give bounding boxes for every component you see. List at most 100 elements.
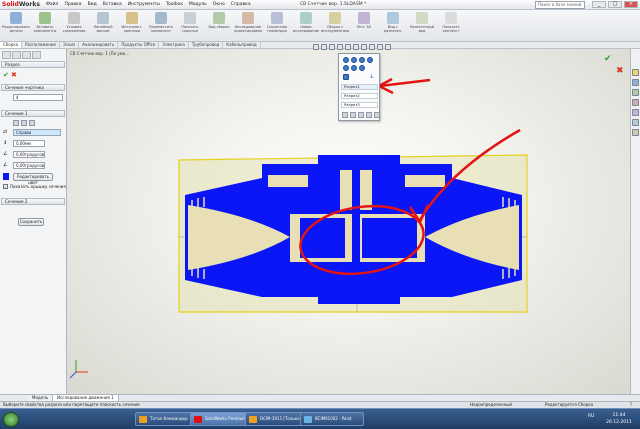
section1-head[interactable]: Сечение 1 xyxy=(1,110,65,117)
ribbon-button-insert-components[interactable]: Вставить компоненты xyxy=(31,11,59,39)
view-orientation-icon[interactable] xyxy=(345,44,351,50)
section-method-field[interactable]: 4 xyxy=(13,94,63,101)
view-cube-icon[interactable] xyxy=(343,57,349,63)
menu-item-file[interactable]: Файл xyxy=(46,1,58,9)
taskbar-item-paint[interactable]: BCIM01002 - Paint xyxy=(300,412,364,426)
menu-item-tools[interactable]: Инструменты xyxy=(128,1,160,9)
zoom-area-icon[interactable] xyxy=(321,44,327,50)
ribbon-button-assembly-tools[interactable]: Сборка с инструментами xyxy=(321,11,349,39)
ribbon-button-move-component[interactable]: Переместить компонент xyxy=(147,11,175,39)
solidworks-resources-icon[interactable] xyxy=(632,69,639,76)
appearances-icon[interactable] xyxy=(632,119,639,126)
tab-conduit[interactable]: Кабельпровод xyxy=(223,42,261,48)
menu-item-module[interactable]: Модуль xyxy=(189,1,207,9)
normal-to-icon[interactable] xyxy=(343,74,349,80)
search-icon[interactable] xyxy=(632,99,639,106)
tab-electrical[interactable]: Электрика xyxy=(159,42,189,48)
plane-selector-icon[interactable] xyxy=(13,120,19,126)
file-explorer-icon[interactable] xyxy=(632,89,639,96)
maximize-button[interactable]: □ xyxy=(608,1,622,8)
popup-item-section3[interactable]: Разрез3 xyxy=(341,102,378,108)
minimize-button[interactable]: _ xyxy=(592,1,606,8)
display-manager-tab[interactable] xyxy=(32,51,41,59)
link-views-icon[interactable] xyxy=(374,112,380,118)
feature-tree-tab[interactable] xyxy=(2,51,11,59)
menu-item-help[interactable]: Справка xyxy=(231,1,251,9)
configuration-tab[interactable] xyxy=(22,51,31,59)
start-button[interactable] xyxy=(3,412,19,427)
search-input[interactable]: Поиск в базе знаний xyxy=(535,1,585,9)
pin-icon[interactable]: ⇣ xyxy=(369,73,374,80)
popup-item-section2[interactable]: Разрез2 xyxy=(341,93,378,99)
view-cube-icon[interactable] xyxy=(359,57,365,63)
solidworks-logo[interactable]: SolidWorks xyxy=(2,1,40,9)
two-view-icon[interactable] xyxy=(358,112,364,118)
system-clock[interactable]: 11:44 26.12.2011 xyxy=(600,412,638,427)
view-palette-icon[interactable] xyxy=(632,109,639,116)
tab-office-products[interactable]: Продукты Office xyxy=(118,42,160,48)
zoom-to-fit-icon[interactable] xyxy=(313,44,319,50)
menu-item-view[interactable]: Вид xyxy=(88,1,97,9)
ribbon-button-instant3d[interactable]: Мгн. 3D xyxy=(350,11,378,39)
close-button[interactable]: × xyxy=(624,1,638,8)
four-view-icon[interactable] xyxy=(366,112,372,118)
tab-layout[interactable]: Расположение xyxy=(22,42,60,48)
view-cube-icon[interactable] xyxy=(359,65,365,71)
plane-selector-icon[interactable] xyxy=(29,120,35,126)
offset-field[interactable]: 0,00мм xyxy=(13,140,45,147)
ribbon-button-show-context[interactable]: Показать контекст xyxy=(437,11,465,39)
hide-show-icon[interactable] xyxy=(361,44,367,50)
single-view-icon[interactable] xyxy=(342,112,348,118)
confirm-corner-check-icon[interactable]: ✔ xyxy=(604,54,612,64)
ribbon-button-assembly-features[interactable]: Вид сборки xyxy=(205,11,233,39)
appearance-icon[interactable] xyxy=(369,44,375,50)
display-style-icon[interactable] xyxy=(353,44,359,50)
previous-view-icon[interactable] xyxy=(329,44,335,50)
menu-item-window[interactable]: Окно xyxy=(213,1,225,9)
design-library-icon[interactable] xyxy=(632,79,639,86)
angle-y-field[interactable]: 0,00градусов xyxy=(13,162,45,169)
save-button[interactable]: Сохранить xyxy=(18,218,44,226)
scene-icon[interactable] xyxy=(377,44,383,50)
section-view-icon[interactable] xyxy=(337,44,343,50)
ribbon-button-explode-line[interactable]: Разнесенный вид xyxy=(408,11,436,39)
ribbon-button-linear-pattern[interactable]: Линейный массив xyxy=(89,11,117,39)
view-settings-icon[interactable] xyxy=(385,44,391,50)
property-manager-tab[interactable] xyxy=(12,51,21,59)
ribbon-button-smart-fasteners[interactable]: Интеллект. крепежи xyxy=(118,11,146,39)
ribbon-button-mate[interactable]: Условия сопряжения xyxy=(60,11,88,39)
menu-item-edit[interactable]: Правка xyxy=(64,1,81,9)
ok-check-icon[interactable]: ✔ xyxy=(3,71,9,79)
angle-x-field[interactable]: 0,00градусов xyxy=(13,151,45,158)
tab-assembly[interactable]: Сборка xyxy=(0,42,23,48)
ribbon-button-new-study[interactable]: Новое исследование xyxy=(292,11,320,39)
ribbon-button-show-hidden[interactable]: Показать скрытые xyxy=(176,11,204,39)
popup-item-section1[interactable]: Разрез1 xyxy=(341,84,378,90)
flyout-tree-root[interactable]: CB Счетчик вер. 1 (По умо... xyxy=(70,51,129,56)
view-cube-icon[interactable] xyxy=(343,65,349,71)
show-cap-checkbox[interactable]: ✓ xyxy=(3,184,8,189)
reverse-direction-icon[interactable]: ⇄ xyxy=(3,129,7,135)
ribbon-button-reference-geometry[interactable]: Ссылочная геометрия xyxy=(263,11,291,39)
tab-sketch[interactable]: Эскиз xyxy=(60,42,80,48)
menu-item-insert[interactable]: Вставка xyxy=(103,1,122,9)
menu-item-toolbox[interactable]: Toolbox xyxy=(166,1,183,9)
ribbon-button-edit-part[interactable]: Редактировать деталь xyxy=(2,11,30,39)
custom-properties-icon[interactable] xyxy=(632,129,639,136)
view-cube-icon[interactable] xyxy=(351,65,357,71)
view-cube-icon[interactable] xyxy=(367,57,373,63)
two-view-icon[interactable] xyxy=(350,112,356,118)
ribbon-button-design-study[interactable]: Исследование проектирования xyxy=(234,11,262,39)
tab-evaluate[interactable]: Анализировать xyxy=(79,42,119,48)
tab-piping[interactable]: Трубопровод xyxy=(189,42,224,48)
language-indicator[interactable]: RU xyxy=(588,414,594,419)
ribbon-button-exploded-view[interactable]: Вид с разнесен. xyxy=(379,11,407,39)
section-plane-field[interactable]: Справа xyxy=(13,129,61,136)
view-cube-icon[interactable] xyxy=(351,57,357,63)
section2-head[interactable]: Сечение 2 xyxy=(1,198,65,205)
confirm-corner-cancel-icon[interactable]: ✖ xyxy=(616,66,624,76)
cancel-x-icon[interactable]: ✖ xyxy=(11,71,17,79)
plane-selector-icon[interactable] xyxy=(21,120,27,126)
edit-color-button[interactable]: Редактировать цвет xyxy=(13,173,53,185)
section-method-head[interactable]: Сечение чертежа xyxy=(1,84,65,91)
